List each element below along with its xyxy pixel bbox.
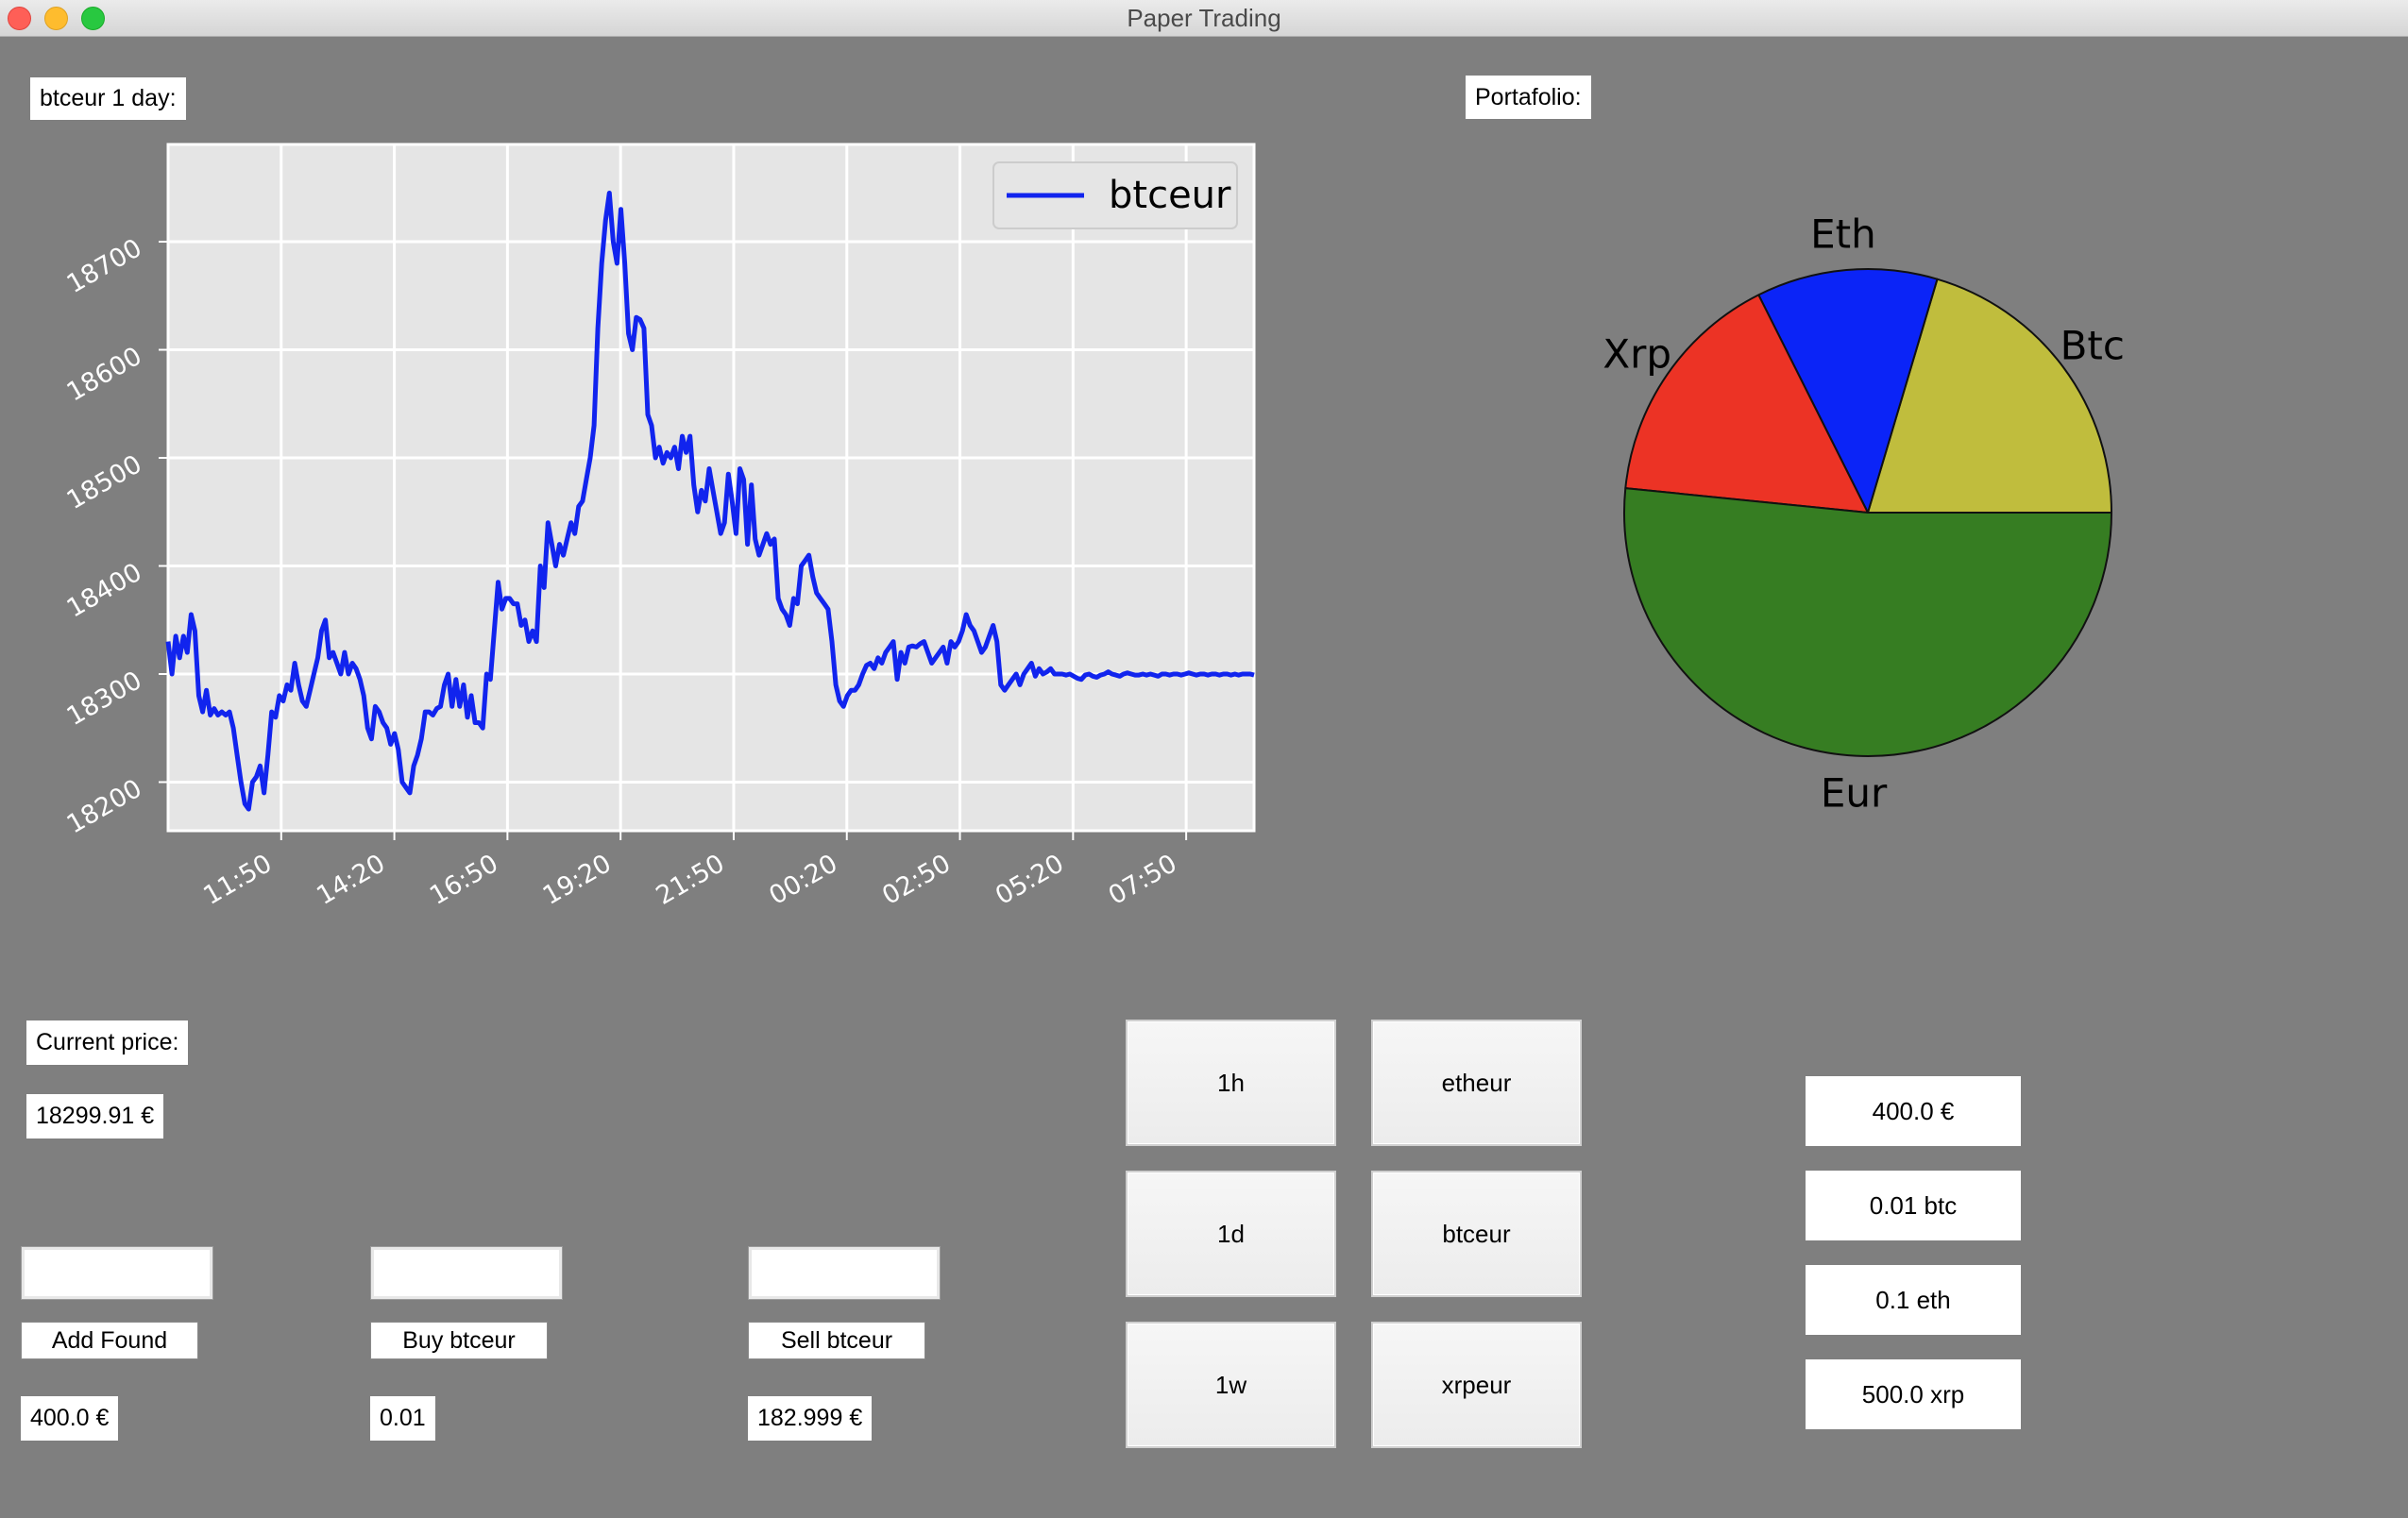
- pie-label-eth: Eth: [1810, 211, 1876, 257]
- pie-label-xrp: Xrp: [1603, 331, 1671, 378]
- x-tick-label: 14:20: [312, 849, 390, 911]
- pie-label-eur: Eur: [1821, 769, 1888, 816]
- x-tick-label: 11:50: [198, 849, 277, 911]
- timeframe-1h-button[interactable]: 1h: [1126, 1020, 1336, 1146]
- fund-amount-input[interactable]: [21, 1246, 213, 1300]
- holding-eth: 0.1 eth: [1806, 1265, 2021, 1335]
- buy-button[interactable]: Buy btceur: [370, 1322, 548, 1359]
- fund-balance-value: 400.0 €: [21, 1396, 119, 1441]
- y-tick-label: 18600: [62, 342, 147, 408]
- y-tick-label: 18500: [62, 449, 147, 515]
- holding-eur: 400.0 €: [1806, 1076, 2021, 1146]
- buy-amount-input[interactable]: [370, 1246, 563, 1300]
- pie-slice-eur: [1623, 487, 2112, 757]
- pie-label-btc: Btc: [2060, 323, 2125, 369]
- holding-btc: 0.01 btc: [1806, 1171, 2021, 1240]
- current-price-value: 18299.91 €: [26, 1094, 164, 1138]
- x-tick-label: 02:50: [877, 849, 956, 911]
- sell-amount-input[interactable]: [748, 1246, 941, 1300]
- x-tick-label: 19:20: [538, 849, 617, 911]
- pair-etheur-button[interactable]: etheur: [1371, 1020, 1582, 1146]
- buy-amount-value: 0.01: [370, 1396, 435, 1441]
- timeframe-1d-button[interactable]: 1d: [1126, 1171, 1336, 1297]
- x-tick-label: 21:50: [652, 849, 730, 911]
- timeframe-1w-button[interactable]: 1w: [1126, 1322, 1336, 1448]
- portfolio-pie-chart: Btc Eth Xrp Eur: [1603, 211, 2125, 816]
- x-tick-label: 00:20: [764, 849, 842, 911]
- pair-btceur-button[interactable]: btceur: [1371, 1171, 1582, 1297]
- current-price-label: Current price:: [26, 1020, 189, 1065]
- y-tick-label: 18700: [62, 233, 147, 299]
- pair-xrpeur-button[interactable]: xrpeur: [1371, 1322, 1582, 1448]
- sell-amount-value: 182.999 €: [748, 1396, 873, 1441]
- price-line-chart: 11:50 14:20 16:50 19:20 21:50 00:20 02:50 05:20…: [62, 143, 1256, 911]
- sell-button[interactable]: Sell btceur: [748, 1322, 925, 1359]
- legend-label: btceur: [1109, 174, 1231, 217]
- y-tick-label: 18200: [62, 774, 147, 840]
- holding-xrp: 500.0 xrp: [1806, 1359, 2021, 1429]
- add-fund-button[interactable]: Add Found: [21, 1322, 198, 1359]
- x-tick-label: 16:50: [425, 849, 503, 911]
- y-tick-label: 18300: [62, 666, 147, 732]
- y-tick-label: 18400: [62, 558, 147, 624]
- x-tick-label: 07:50: [1104, 849, 1182, 911]
- x-tick-label: 05:20: [991, 849, 1069, 911]
